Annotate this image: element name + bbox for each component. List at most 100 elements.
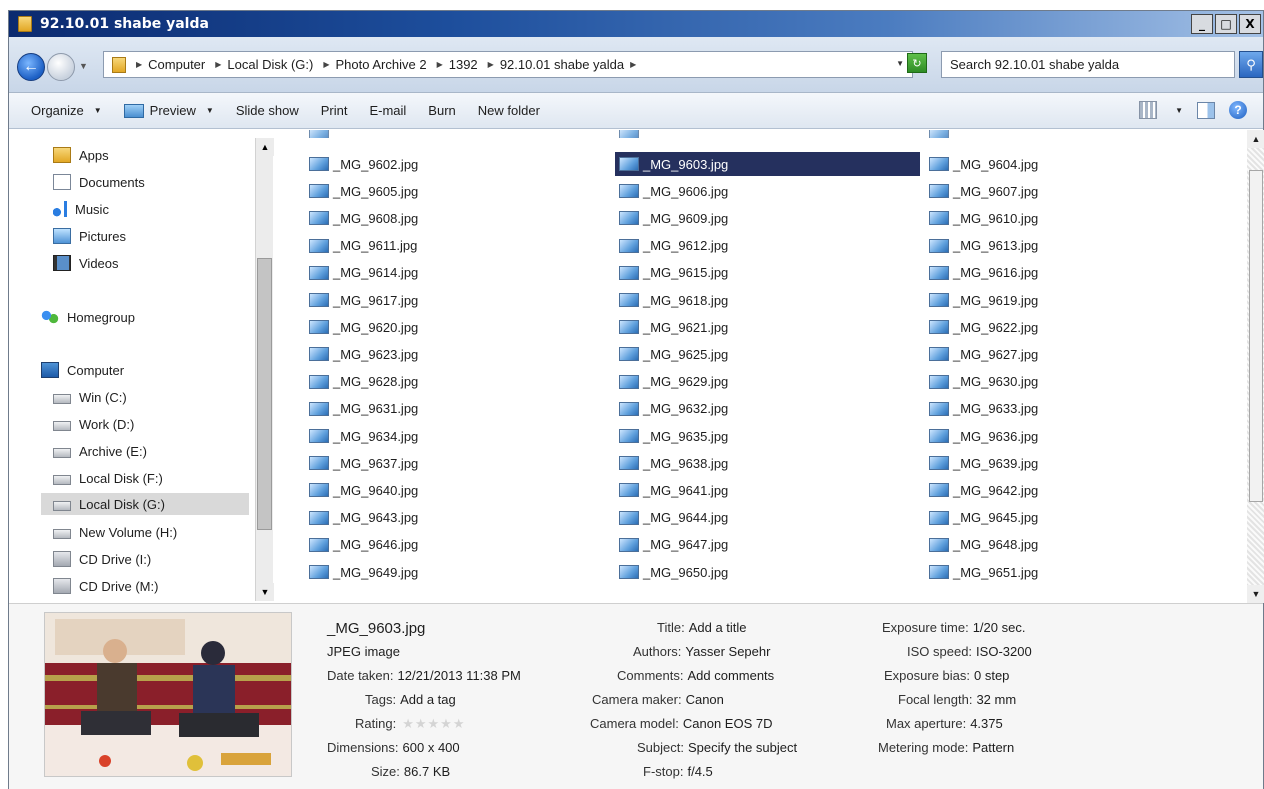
file-item[interactable]: _MG_9627.jpg — [925, 342, 1230, 366]
nav-item-drive-g[interactable]: Local Disk (G:) — [41, 493, 249, 515]
file-item[interactable]: _MG_9629.jpg — [615, 370, 920, 394]
file-item[interactable]: _MG_9649.jpg — [305, 560, 610, 584]
nav-item-cd-drive-i[interactable]: CD Drive (I:) — [53, 548, 151, 570]
file-item[interactable]: _MG_9623.jpg — [305, 342, 610, 366]
file-item-partial[interactable] — [615, 130, 920, 138]
file-item[interactable]: _MG_9645.jpg — [925, 506, 1230, 530]
search-input[interactable]: Search 92.10.01 shabe yalda — [941, 51, 1235, 78]
rating-stars[interactable]: ★★★★★ — [402, 716, 465, 732]
chevron-right-icon[interactable]: ▶ — [136, 60, 142, 69]
file-item[interactable]: _MG_9607.jpg — [925, 179, 1230, 203]
file-item[interactable]: _MG_9619.jpg — [925, 288, 1230, 312]
nav-item-apps[interactable]: Apps — [53, 144, 109, 166]
scroll-down-arrow-icon[interactable]: ▼ — [256, 583, 274, 601]
file-item[interactable]: _MG_9614.jpg — [305, 261, 610, 285]
file-item[interactable]: _MG_9612.jpg — [615, 234, 920, 258]
chevron-down-icon[interactable]: ▼ — [1175, 106, 1183, 115]
file-item-partial[interactable] — [305, 130, 610, 138]
detail-max-aperture[interactable]: Max aperture: 4.375 — [886, 716, 1003, 731]
nav-item-drive-d[interactable]: Work (D:) — [53, 413, 134, 435]
file-item[interactable]: _MG_9637.jpg — [305, 451, 610, 475]
file-item[interactable]: _MG_9647.jpg — [615, 533, 920, 557]
file-item[interactable]: _MG_9644.jpg — [615, 506, 920, 530]
detail-rating[interactable]: Rating: ★★★★★ — [355, 716, 465, 732]
close-button[interactable]: X — [1239, 14, 1261, 34]
detail-iso-speed[interactable]: ISO speed: ISO-3200 — [907, 644, 1032, 659]
file-item-partial[interactable] — [925, 130, 1230, 138]
file-item[interactable]: _MG_9617.jpg — [305, 288, 610, 312]
burn-button[interactable]: Burn — [428, 103, 455, 118]
file-item[interactable]: _MG_9621.jpg — [615, 315, 920, 339]
detail-comments[interactable]: Comments: Add comments — [617, 668, 774, 683]
scroll-up-arrow-icon[interactable]: ▲ — [256, 138, 274, 156]
preview-menu[interactable]: Preview ▼ — [123, 103, 214, 118]
help-icon[interactable]: ? — [1229, 101, 1247, 119]
file-item[interactable]: _MG_9628.jpg — [305, 370, 610, 394]
file-item[interactable]: _MG_9633.jpg — [925, 397, 1230, 421]
nav-item-drive-c[interactable]: Win (C:) — [53, 386, 127, 408]
chevron-right-icon[interactable]: ▶ — [437, 60, 443, 69]
file-list-scrollbar[interactable]: ▲ ▼ — [1247, 130, 1264, 603]
chevron-right-icon[interactable]: ▶ — [488, 60, 494, 69]
nav-item-computer[interactable]: Computer — [41, 359, 124, 381]
scroll-up-arrow-icon[interactable]: ▲ — [1247, 130, 1264, 148]
file-item[interactable]: _MG_9622.jpg — [925, 315, 1230, 339]
file-item[interactable]: _MG_9642.jpg — [925, 478, 1230, 502]
slideshow-button[interactable]: Slide show — [236, 103, 299, 118]
nav-item-drive-f[interactable]: Local Disk (F:) — [53, 467, 163, 489]
print-button[interactable]: Print — [321, 103, 348, 118]
file-item[interactable]: _MG_9632.jpg — [615, 397, 920, 421]
scrollbar-thumb[interactable] — [257, 258, 272, 530]
file-item[interactable]: _MG_9604.jpg — [925, 152, 1230, 176]
file-item[interactable]: _MG_9606.jpg — [615, 179, 920, 203]
file-item[interactable]: _MG_9602.jpg — [305, 152, 610, 176]
file-item[interactable]: _MG_9635.jpg — [615, 424, 920, 448]
nav-item-videos[interactable]: Videos — [53, 252, 119, 274]
nav-item-documents[interactable]: Documents — [53, 171, 145, 193]
file-item[interactable]: _MG_9618.jpg — [615, 288, 920, 312]
chevron-right-icon[interactable]: ▶ — [323, 60, 329, 69]
search-button[interactable]: ⚲ — [1239, 51, 1263, 78]
detail-authors[interactable]: Authors: Yasser Sepehr — [633, 644, 770, 659]
detail-camera-model[interactable]: Camera model: Canon EOS 7D — [590, 716, 772, 731]
file-item[interactable]: _MG_9615.jpg — [615, 261, 920, 285]
file-item[interactable]: _MG_9613.jpg — [925, 234, 1230, 258]
breadcrumb-local-disk-g[interactable]: ▶ Local Disk (G:) — [215, 57, 313, 72]
file-item[interactable]: _MG_9643.jpg — [305, 506, 610, 530]
minimize-button[interactable]: _ — [1191, 14, 1213, 34]
file-item[interactable]: _MG_9650.jpg — [615, 560, 920, 584]
back-button[interactable]: ← — [17, 53, 45, 81]
file-item[interactable]: _MG_9611.jpg — [305, 234, 610, 258]
new-folder-button[interactable]: New folder — [478, 103, 540, 118]
file-item[interactable]: _MG_9608.jpg — [305, 206, 610, 230]
title-bar[interactable]: 92.10.01 shabe yalda _ □ X — [9, 11, 1263, 37]
file-item[interactable]: _MG_9634.jpg — [305, 424, 610, 448]
file-item[interactable]: _MG_9641.jpg — [615, 478, 920, 502]
preview-pane-icon[interactable] — [1197, 101, 1215, 119]
change-view-icon[interactable] — [1139, 101, 1158, 119]
file-item[interactable]: _MG_9636.jpg — [925, 424, 1230, 448]
file-item[interactable]: _MG_9616.jpg — [925, 261, 1230, 285]
detail-camera-maker[interactable]: Camera maker: Canon — [592, 692, 724, 707]
breadcrumb-computer[interactable]: ▶ Computer — [136, 57, 205, 72]
file-item[interactable]: _MG_9640.jpg — [305, 478, 610, 502]
nav-item-drive-e[interactable]: Archive (E:) — [53, 440, 147, 462]
detail-metering-mode[interactable]: Metering mode: Pattern — [878, 740, 1014, 755]
file-item[interactable]: _MG_9638.jpg — [615, 451, 920, 475]
detail-title[interactable]: Title: Add a title — [657, 620, 747, 635]
chevron-right-icon[interactable]: ▶ — [630, 60, 636, 69]
nav-item-cd-drive-m[interactable]: CD Drive (M:) — [53, 575, 158, 597]
refresh-button[interactable]: ↻ — [907, 53, 927, 73]
detail-exposure-time[interactable]: Exposure time: 1/20 sec. — [882, 620, 1025, 635]
file-item[interactable]: _MG_9646.jpg — [305, 533, 610, 557]
file-item[interactable]: _MG_9648.jpg — [925, 533, 1230, 557]
breadcrumb-photo-archive-2[interactable]: ▶ Photo Archive 2 — [323, 57, 426, 72]
detail-focal-length[interactable]: Focal length: 32 mm — [898, 692, 1016, 707]
file-item[interactable]: _MG_9651.jpg — [925, 560, 1230, 584]
chevron-right-icon[interactable]: ▶ — [215, 60, 221, 69]
maximize-button[interactable]: □ — [1215, 14, 1237, 34]
file-item[interactable]: _MG_9639.jpg — [925, 451, 1230, 475]
detail-date-taken[interactable]: Date taken: 12/21/2013 11:38 PM — [327, 668, 521, 683]
file-item[interactable]: _MG_9630.jpg — [925, 370, 1230, 394]
detail-tags[interactable]: Tags: Add a tag — [365, 692, 456, 707]
